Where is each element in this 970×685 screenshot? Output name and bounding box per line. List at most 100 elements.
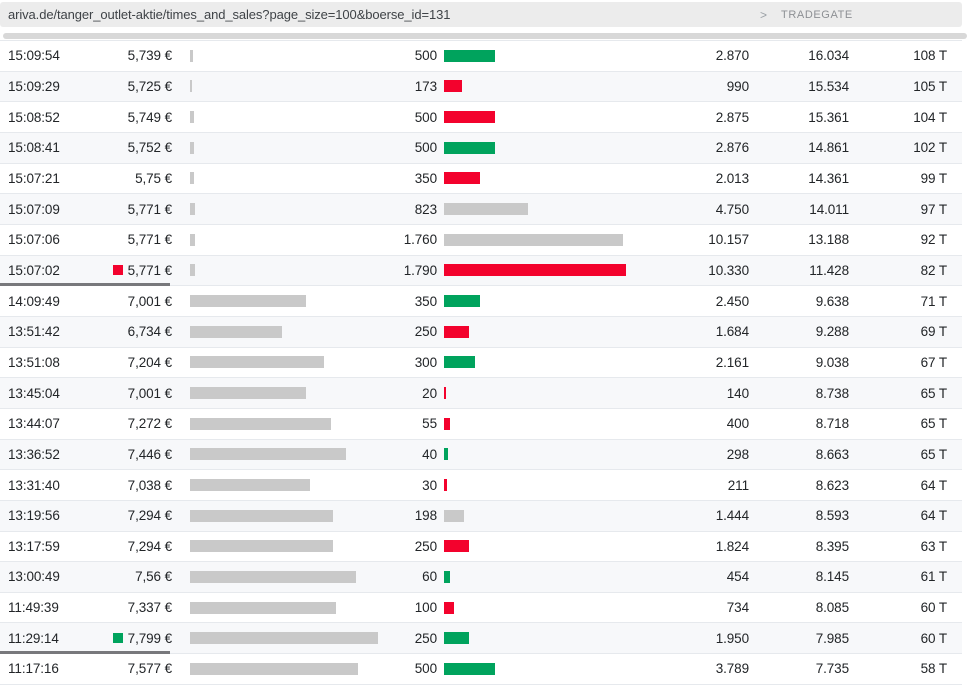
- trade-time: 15:08:41: [8, 140, 60, 156]
- trade-turnover: 298: [726, 446, 749, 462]
- trade-volume: 1.760: [403, 232, 437, 248]
- horizontal-scrollbar[interactable]: [3, 33, 967, 39]
- downtick-marker-icon: [112, 265, 123, 276]
- url-bar[interactable]: ariva.de/tanger_outlet-aktie/times_and_s…: [0, 2, 962, 27]
- trade-time: 15:09:54: [8, 48, 60, 64]
- trade-count: 102 T: [913, 140, 947, 156]
- trade-volume: 350: [414, 170, 437, 186]
- price-bar-cell: [172, 203, 384, 216]
- table-row: 15:07:02 5,771 € 1.790 10.330 11.428 82 …: [0, 255, 962, 287]
- trade-time: 15:07:06: [8, 232, 60, 248]
- price-bar-cell: [172, 417, 384, 430]
- trade-price: 7,038 €: [88, 478, 172, 493]
- table-row: 13:00:49 7,56 € 60 454 8.145 61 T: [0, 562, 962, 593]
- price-bar: [190, 49, 193, 62]
- volume-bar-cell: [437, 203, 639, 216]
- volume-bar: [444, 540, 469, 553]
- trade-time: 15:07:09: [8, 201, 60, 217]
- cumulative-volume: 8.663: [815, 446, 849, 462]
- price-bar-cell: [172, 264, 384, 277]
- price-bar-cell: [172, 540, 384, 553]
- table-row: 13:44:07 7,272 € 55 400 8.718 65 T: [0, 409, 962, 440]
- volume-bar: [444, 417, 450, 430]
- price-bar-cell: [172, 448, 384, 461]
- trade-price: 7,577 €: [88, 661, 172, 676]
- trade-turnover: 400: [726, 416, 749, 432]
- volume-bar-cell: [437, 80, 639, 93]
- trade-time: 11:29:14: [8, 630, 59, 646]
- price-bar-cell: [172, 570, 384, 583]
- trade-price-text: 7,56 €: [135, 569, 172, 585]
- trade-count: 105 T: [913, 78, 947, 94]
- price-bar: [190, 80, 192, 93]
- trade-turnover: 2.450: [715, 293, 749, 309]
- table-row: 14:09:49 7,001 € 350 2.450 9.638 71 T: [0, 286, 962, 317]
- trade-turnover: 211: [727, 477, 749, 493]
- trade-volume: 173: [414, 78, 437, 94]
- url-text[interactable]: ariva.de/tanger_outlet-aktie/times_and_s…: [0, 7, 450, 22]
- trade-price: 5,771 €: [88, 263, 172, 278]
- volume-bar: [444, 448, 448, 461]
- trade-time: 15:07:21: [8, 170, 60, 186]
- price-bar: [190, 325, 282, 338]
- cumulative-volume: 14.361: [808, 170, 849, 186]
- table-row: 11:29:14 7,799 € 250 1.950 7.985 60 T: [0, 623, 962, 655]
- table-row: 15:07:21 5,75 € 350 2.013 14.361 99 T: [0, 164, 962, 195]
- trade-count: 108 T: [913, 48, 947, 64]
- cumulative-volume: 15.534: [808, 78, 849, 94]
- volume-bar-cell: [437, 295, 639, 308]
- trade-price: 7,272 €: [88, 416, 172, 431]
- trade-turnover: 2.161: [715, 354, 749, 370]
- trade-count: 99 T: [920, 170, 947, 186]
- cumulative-volume: 8.085: [815, 600, 849, 616]
- trade-price-text: 5,771 €: [127, 232, 172, 248]
- trade-volume: 250: [414, 324, 437, 340]
- trade-price: 7,446 €: [88, 447, 172, 462]
- volume-bar: [444, 570, 450, 583]
- price-bar: [190, 570, 356, 583]
- trade-price-text: 7,294 €: [127, 508, 172, 524]
- volume-bar: [444, 509, 464, 522]
- exchange-label[interactable]: TRADEGATE: [781, 9, 853, 21]
- trade-volume: 250: [414, 630, 437, 646]
- price-bar: [190, 111, 194, 124]
- trade-turnover: 454: [726, 569, 749, 585]
- price-bar: [190, 601, 336, 614]
- trade-volume: 823: [414, 201, 437, 217]
- trade-count: 64 T: [920, 508, 947, 524]
- trade-volume: 500: [414, 140, 437, 156]
- price-bar-cell: [172, 141, 384, 154]
- trade-price-text: 7,446 €: [127, 446, 172, 462]
- price-bar: [190, 448, 346, 461]
- table-row: 15:07:06 5,771 € 1.760 10.157 13.188 92 …: [0, 225, 962, 256]
- table-row: 13:51:08 7,204 € 300 2.161 9.038 67 T: [0, 348, 962, 379]
- volume-bar-cell: [437, 509, 639, 522]
- price-bar-cell: [172, 111, 384, 124]
- trade-price-text: 5,749 €: [127, 109, 172, 125]
- trade-time: 15:09:29: [8, 78, 60, 94]
- volume-bar-cell: [437, 448, 639, 461]
- price-bar: [190, 356, 324, 369]
- volume-bar: [444, 233, 623, 246]
- trade-time: 13:51:08: [8, 354, 60, 370]
- trade-count: 60 T: [920, 600, 947, 616]
- trade-count: 69 T: [920, 324, 947, 340]
- trade-time: 13:17:59: [8, 538, 60, 554]
- volume-bar-cell: [437, 570, 639, 583]
- trade-time: 14:09:49: [8, 293, 60, 309]
- volume-bar: [444, 295, 480, 308]
- volume-bar: [444, 356, 475, 369]
- trade-time: 13:00:49: [8, 569, 60, 585]
- cumulative-volume: 7.985: [815, 630, 849, 646]
- trade-price-text: 7,337 €: [127, 600, 172, 616]
- trade-price-text: 7,038 €: [127, 477, 172, 493]
- trade-price: 5,771 €: [88, 202, 172, 217]
- price-bar: [190, 417, 331, 430]
- volume-bar-cell: [437, 49, 639, 62]
- trade-price: 7,294 €: [88, 508, 172, 523]
- price-bar: [190, 172, 194, 185]
- trade-turnover: 990: [726, 78, 749, 94]
- trade-turnover: 734: [726, 600, 749, 616]
- cumulative-volume: 7.735: [815, 661, 849, 677]
- trade-price-text: 7,799 €: [127, 630, 172, 646]
